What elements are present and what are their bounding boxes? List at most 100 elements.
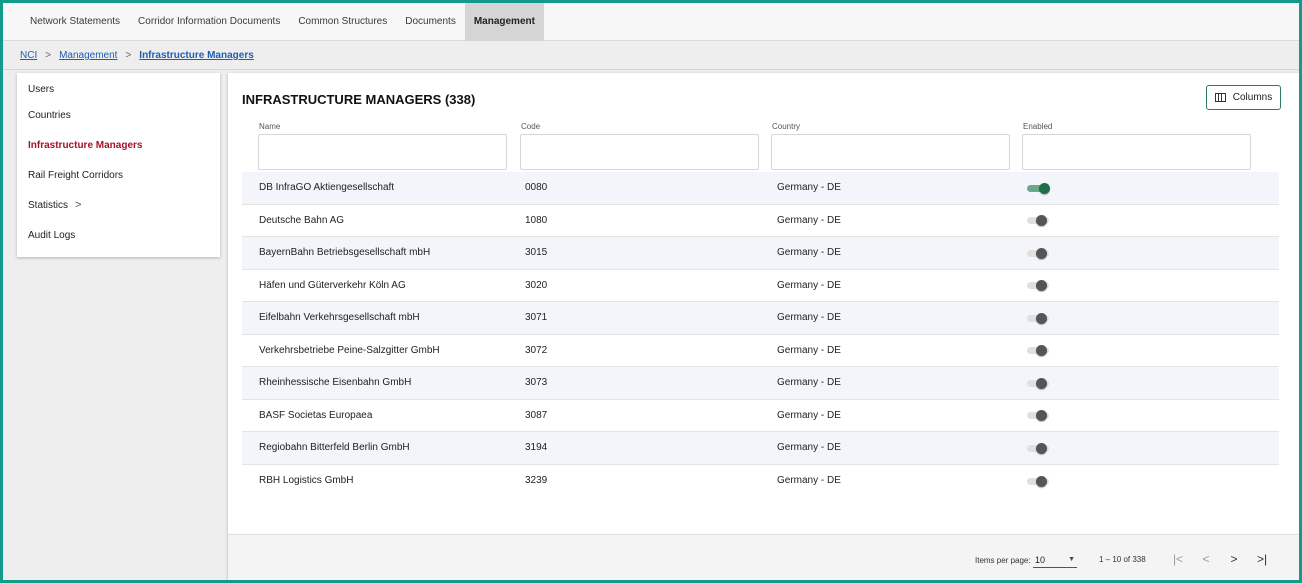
range-label: 1 – 10 of 338 <box>1099 555 1146 564</box>
previous-page-icon[interactable]: < <box>1196 549 1216 569</box>
name-filter-input[interactable] <box>258 134 507 170</box>
breadcrumb-separator: > <box>125 50 132 61</box>
cell-country: Germany - DE <box>777 475 841 487</box>
cell-code: 3072 <box>525 344 548 356</box>
items-per-page-value: 10 <box>1035 555 1046 565</box>
cell-country: Germany - DE <box>777 214 841 226</box>
tab-network-statements[interactable]: Network Statements <box>21 3 129 41</box>
sidebar-item-audit-logs[interactable]: Audit Logs <box>17 220 220 250</box>
cell-country: Germany - DE <box>777 344 841 356</box>
sidebar-item-statistics[interactable]: Statistics > <box>17 190 220 220</box>
country-filter-input[interactable] <box>771 134 1010 170</box>
table-row[interactable]: RBH Logistics GmbH 3239 Germany - DE <box>242 465 1279 498</box>
next-page-icon[interactable]: > <box>1224 549 1244 569</box>
enabled-toggle[interactable] <box>1027 474 1051 488</box>
top-navigation: Network Statements Corridor Information … <box>3 3 1299 41</box>
main-panel: INFRASTRUCTURE MANAGERS (338) Columns Na… <box>228 73 1299 580</box>
breadcrumb-infrastructure-managers[interactable]: Infrastructure Managers <box>139 50 253 61</box>
last-page-icon[interactable]: >| <box>1252 549 1272 569</box>
enabled-toggle[interactable] <box>1027 441 1051 455</box>
tab-management[interactable]: Management <box>464 3 544 41</box>
cell-code: 3071 <box>525 312 548 324</box>
cell-country: Germany - DE <box>777 409 841 421</box>
breadcrumb: NCI > Management > Infrastructure Manage… <box>3 42 1299 70</box>
sidebar-item-label: Statistics <box>28 199 69 211</box>
enabled-toggle[interactable] <box>1027 311 1051 325</box>
table-row[interactable]: Eifelbahn Verkehrsgesellschaft mbH 3071 … <box>242 302 1279 335</box>
sidebar-item-users[interactable]: Users <box>17 73 220 100</box>
cell-name: DB InfraGO Aktiengesellschaft <box>259 182 395 194</box>
table-row[interactable]: Verkehrsbetriebe Peine-Salzgitter GmbH 3… <box>242 335 1279 367</box>
enabled-toggle[interactable] <box>1027 408 1051 422</box>
app-frame: Network Statements Corridor Information … <box>0 0 1302 583</box>
cell-country: Germany - DE <box>777 442 841 454</box>
filter-label-name: Name <box>259 122 281 131</box>
sidebar-item-label: Users <box>28 84 55 95</box>
cell-name: Rheinhessische Eisenbahn GmbH <box>259 377 412 389</box>
cell-name: BayernBahn Betriebsgesellschaft mbH <box>259 247 431 259</box>
first-page-icon[interactable]: |< <box>1168 549 1188 569</box>
cell-code: 0080 <box>525 182 548 194</box>
sidebar-item-rail-freight-corridors[interactable]: Rail Freight Corridors <box>17 160 220 190</box>
cell-code: 1080 <box>525 214 548 226</box>
sidebar-item-label: Audit Logs <box>28 229 76 241</box>
cell-country: Germany - DE <box>777 182 841 194</box>
cell-name: RBH Logistics GmbH <box>259 475 354 487</box>
tab-corridor-information-documents[interactable]: Corridor Information Documents <box>129 3 289 41</box>
cell-code: 3239 <box>525 475 548 487</box>
filter-label-code: Code <box>521 122 541 131</box>
table-row[interactable]: Deutsche Bahn AG 1080 Germany - DE <box>242 205 1279 237</box>
sidebar-item-label: Countries <box>28 109 71 121</box>
columns-button-label: Columns <box>1232 92 1273 103</box>
cell-name: Regiobahn Bitterfeld Berlin GmbH <box>259 442 410 454</box>
breadcrumb-separator: > <box>45 50 52 61</box>
sidebar-menu: Users Countries Infrastructure Managers … <box>17 73 220 257</box>
cell-name: Verkehrsbetriebe Peine-Salzgitter GmbH <box>259 344 440 356</box>
cell-name: Eifelbahn Verkehrsgesellschaft mbH <box>259 312 420 324</box>
table-body: DB InfraGO Aktiengesellschaft 0080 Germa… <box>242 172 1279 497</box>
columns-button[interactable]: Columns <box>1206 85 1281 110</box>
cell-country: Germany - DE <box>777 377 841 389</box>
table-row[interactable]: Regiobahn Bitterfeld Berlin GmbH 3194 Ge… <box>242 432 1279 465</box>
table-row[interactable]: Häfen und Güterverkehr Köln AG 3020 Germ… <box>242 270 1279 302</box>
cell-country: Germany - DE <box>777 312 841 324</box>
dropdown-arrow-icon: ▼ <box>1068 556 1075 563</box>
chevron-right-icon: > <box>75 199 82 211</box>
tab-documents[interactable]: Documents <box>396 3 465 41</box>
cell-code: 3073 <box>525 377 548 389</box>
filter-label-enabled: Enabled <box>1023 122 1053 131</box>
sidebar-item-infrastructure-managers[interactable]: Infrastructure Managers <box>17 130 220 160</box>
cell-country: Germany - DE <box>777 279 841 291</box>
cell-name: BASF Societas Europaea <box>259 409 373 421</box>
cell-country: Germany - DE <box>777 247 841 259</box>
sidebar-item-countries[interactable]: Countries <box>17 100 220 130</box>
tab-common-structures[interactable]: Common Structures <box>289 3 396 41</box>
cell-code: 3087 <box>525 409 548 421</box>
table-row[interactable]: DB InfraGO Aktiengesellschaft 0080 Germa… <box>242 172 1279 205</box>
sidebar-item-label: Rail Freight Corridors <box>28 169 124 181</box>
enabled-toggle[interactable] <box>1027 246 1051 260</box>
items-per-page-select[interactable]: 10 ▼ <box>1033 552 1077 568</box>
table-row[interactable]: Rheinhessische Eisenbahn GmbH 3073 Germa… <box>242 367 1279 400</box>
paginator: Items per page: 10 ▼ 1 – 10 of 338 |< < … <box>228 534 1299 580</box>
cell-code: 3194 <box>525 442 548 454</box>
cell-code: 3015 <box>525 247 548 259</box>
table-row[interactable]: BASF Societas Europaea 3087 Germany - DE <box>242 400 1279 432</box>
cell-name: Häfen und Güterverkehr Köln AG <box>259 279 406 291</box>
enabled-toggle[interactable] <box>1027 343 1051 357</box>
enabled-toggle[interactable] <box>1027 213 1051 227</box>
filter-label-country: Country <box>772 122 801 131</box>
breadcrumb-management[interactable]: Management <box>59 50 117 61</box>
enabled-filter-input[interactable] <box>1022 134 1251 170</box>
page-title: INFRASTRUCTURE MANAGERS (338) <box>242 92 476 107</box>
enabled-toggle[interactable] <box>1027 376 1051 390</box>
breadcrumb-nci[interactable]: NCI <box>20 50 37 61</box>
enabled-toggle[interactable] <box>1027 278 1051 292</box>
table-row[interactable]: BayernBahn Betriebsgesellschaft mbH 3015… <box>242 237 1279 270</box>
enabled-toggle[interactable] <box>1027 181 1051 195</box>
cell-code: 3020 <box>525 279 548 291</box>
items-per-page-label: Items per page: <box>975 556 1031 565</box>
sidebar-item-label: Infrastructure Managers <box>28 139 143 151</box>
cell-name: Deutsche Bahn AG <box>259 214 345 226</box>
code-filter-input[interactable] <box>520 134 759 170</box>
